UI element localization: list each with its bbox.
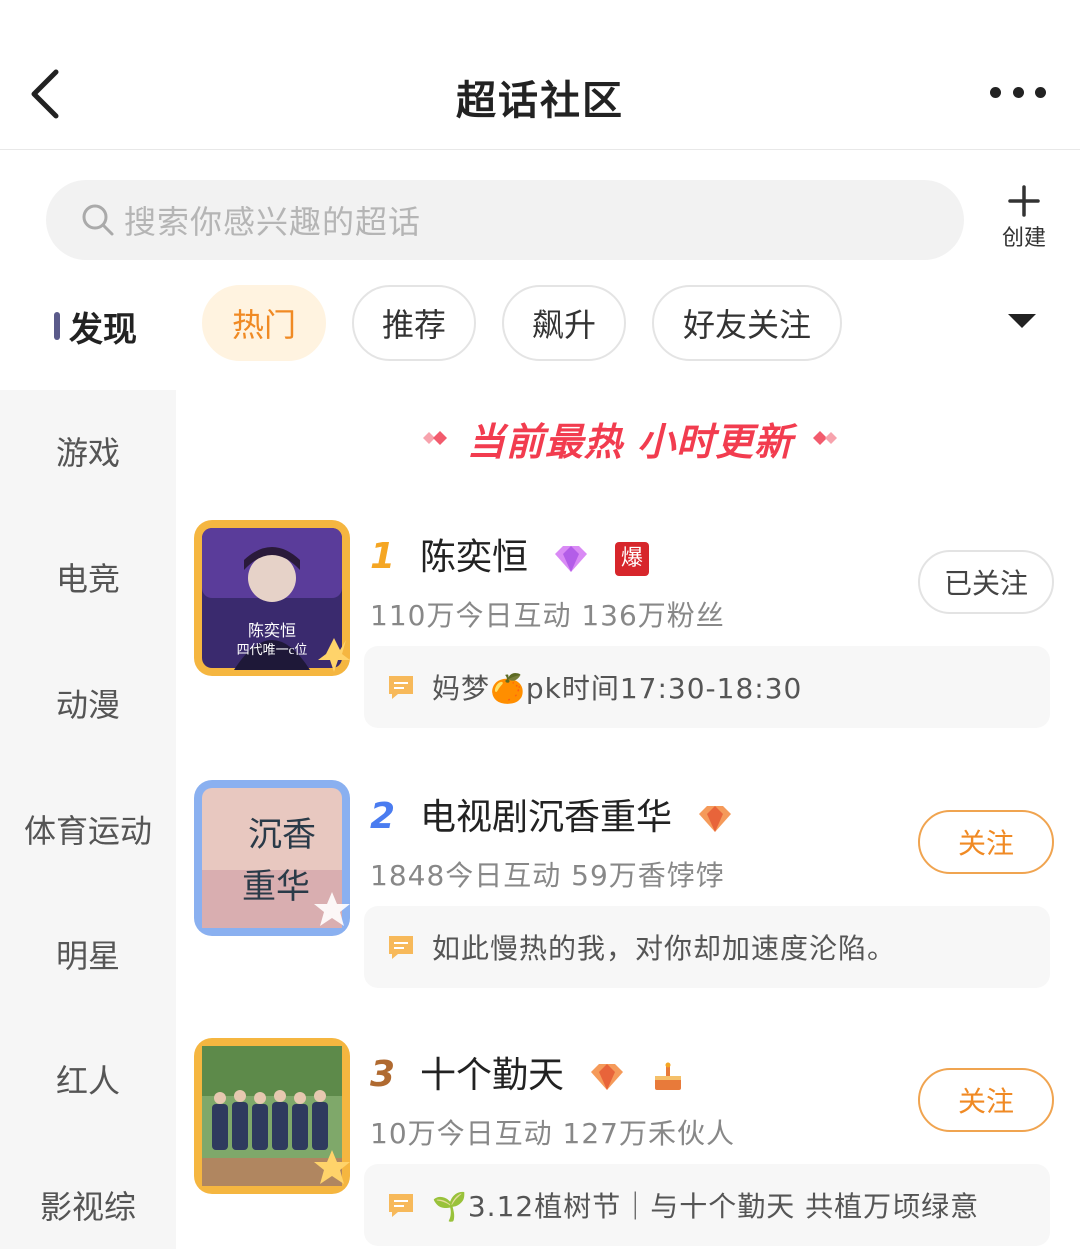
thumb-caption: 四代唯一c位 xyxy=(237,642,308,657)
topic-avatar[interactable]: 陈奕恒 四代唯一c位 xyxy=(194,520,350,676)
rank-number: 2 xyxy=(370,796,396,837)
topic-post-preview[interactable]: 🌱3.12植树节｜与十个勤天 共植万顷绿意 xyxy=(364,1164,1050,1246)
ranking-banner: 当前最热 小时更新 xyxy=(400,410,860,466)
diamond-decoration-icon xyxy=(813,431,838,445)
sidebar-item-esports[interactable]: 电竞 xyxy=(0,554,176,600)
search-icon xyxy=(82,204,114,236)
topic-post-preview[interactable]: 如此慢热的我，对你却加速度沦陷。 xyxy=(364,906,1050,988)
search-input[interactable]: 搜索你感兴趣的超话 xyxy=(46,180,964,260)
tab-recommend[interactable]: 推荐 xyxy=(352,285,476,361)
topic-stats: 110万今日互动 136万粉丝 xyxy=(370,599,725,632)
avatar-image: 沉香 重华 xyxy=(194,780,350,936)
topic-avatar[interactable] xyxy=(194,1038,350,1194)
plus-icon xyxy=(1008,185,1040,217)
category-sidebar: 发现 游戏 电竞 动漫 体育运动 明星 红人 影视综 xyxy=(0,270,176,1249)
sidebar-item-film-tv[interactable]: 影视综 xyxy=(0,1182,176,1228)
post-text: 如此慢热的我，对你却加速度沦陷。 xyxy=(432,932,897,965)
more-options-button[interactable] xyxy=(990,82,1046,102)
topic-card[interactable]: 3 十个勤天 10万今日互动 127万禾伙人 关注 🌱3.12植树节｜与十个勤天… xyxy=(190,1038,1060,1249)
dot-icon xyxy=(1035,86,1046,98)
topic-avatar[interactable]: 沉香 重华 xyxy=(194,780,350,936)
chevron-down-icon[interactable] xyxy=(1008,314,1036,328)
cake-icon xyxy=(654,1062,681,1090)
topic-card[interactable]: 陈奕恒 四代唯一c位 1 陈奕恒 爆 110万今日互动 136万粉丝 已关注 妈… xyxy=(190,520,1060,750)
avatar-image: 陈奕恒 四代唯一c位 xyxy=(194,520,350,676)
topic-post-preview[interactable]: 妈梦🍊pk时间17:30-18:30 xyxy=(364,646,1050,728)
topic-name[interactable]: 陈奕恒 爆 xyxy=(420,528,649,580)
sidebar-item-stars[interactable]: 明星 xyxy=(0,931,176,977)
comment-icon xyxy=(389,936,413,959)
thumb-caption: 陈奕恒 xyxy=(248,622,296,640)
comment-icon xyxy=(389,676,413,699)
tab-hot[interactable]: 热门 xyxy=(202,285,326,361)
create-button[interactable]: 创建 xyxy=(992,184,1056,254)
page-title: 超话社区 xyxy=(456,78,624,124)
diamond-level-icon xyxy=(591,1064,624,1090)
search-placeholder: 搜索你感兴趣的超话 xyxy=(124,203,422,241)
sidebar-item-influencers[interactable]: 红人 xyxy=(0,1056,176,1102)
rank-number: 1 xyxy=(370,536,396,577)
dot-icon xyxy=(1012,86,1024,98)
thumb-caption: 沉香 xyxy=(248,817,316,854)
post-text: 妈梦🍊pk时间17:30-18:30 xyxy=(432,672,803,705)
hot-badge-icon: 爆 xyxy=(614,542,649,576)
top-nav-bar: 超话社区 xyxy=(0,0,1080,150)
sidebar-item-anime[interactable]: 动漫 xyxy=(0,680,176,726)
follow-button[interactable]: 关注 xyxy=(918,810,1054,874)
rank-number: 3 xyxy=(370,1054,396,1095)
topic-card[interactable]: 沉香 重华 2 电视剧沉香重华 1848今日互动 59万香饽饽 关注 如此慢热的… xyxy=(190,780,1060,1010)
sidebar-item-discover[interactable]: 发现 xyxy=(0,302,176,351)
topic-name[interactable]: 十个勤天 xyxy=(420,1046,685,1098)
follow-button[interactable]: 关注 xyxy=(918,1068,1054,1132)
avatar-image xyxy=(194,1038,350,1194)
topic-name[interactable]: 电视剧沉香重华 xyxy=(420,788,733,840)
tab-rising[interactable]: 飙升 xyxy=(502,285,626,361)
post-text: 🌱3.12植树节｜与十个勤天 共植万顷绿意 xyxy=(432,1190,980,1223)
topic-name-text: 陈奕恒 xyxy=(420,537,529,578)
followed-button[interactable]: 已关注 xyxy=(918,550,1054,614)
diamond-level-icon xyxy=(699,806,732,832)
dot-icon xyxy=(990,86,1001,98)
topic-stats: 10万今日互动 127万禾伙人 xyxy=(370,1117,735,1150)
diamond-level-icon xyxy=(555,546,588,572)
thumb-caption: 重华 xyxy=(242,868,310,906)
tab-friends-following[interactable]: 好友关注 xyxy=(652,285,842,361)
topic-name-text: 十个勤天 xyxy=(420,1055,565,1096)
sidebar-item-games[interactable]: 游戏 xyxy=(0,428,176,474)
banner-text: 当前最热 小时更新 xyxy=(466,419,794,464)
topic-name-text: 电视剧沉香重华 xyxy=(420,797,673,838)
create-label: 创建 xyxy=(1001,226,1046,251)
diamond-decoration-icon xyxy=(422,431,447,445)
topic-stats: 1848今日互动 59万香饽饽 xyxy=(370,859,725,892)
sidebar-item-sports[interactable]: 体育运动 xyxy=(0,806,176,852)
comment-icon xyxy=(389,1194,413,1217)
